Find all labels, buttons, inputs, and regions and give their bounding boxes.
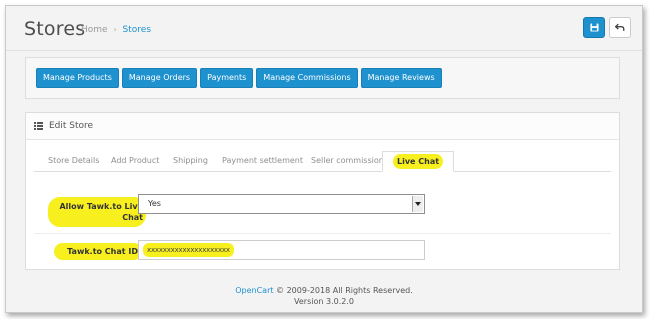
allow-chat-select[interactable]: Yes xyxy=(138,194,425,214)
chat-id-input-value: xxxxxxxxxxxxxxxxxxxxx xyxy=(143,243,234,257)
chat-id-input[interactable]: xxxxxxxxxxxxxxxxxxxxx xyxy=(138,240,425,260)
tab-add-product[interactable]: Add Product xyxy=(111,156,159,165)
dropdown-arrow-icon xyxy=(412,196,423,212)
allow-chat-select-value: Yes xyxy=(148,199,161,208)
breadcrumb: Home › Stores xyxy=(81,25,151,35)
tab-live-chat-label: Live Chat xyxy=(393,154,444,169)
opencart-link[interactable]: OpenCart xyxy=(235,286,273,295)
footer-copyright-line: OpenCart © 2009-2018 All Rights Reserved… xyxy=(6,285,642,296)
save-button[interactable] xyxy=(583,17,605,38)
undo-arrow-icon xyxy=(615,23,625,31)
form-row-chat-id: Tawk.to Chat ID xxxxxxxxxxxxxxxxxxxxx xyxy=(34,234,611,268)
manage-commissions-button[interactable]: Manage Commissions xyxy=(256,68,358,88)
footer-version: Version 3.0.2.0 xyxy=(294,297,354,306)
tab-store-details[interactable]: Store Details xyxy=(48,156,99,165)
page-title: Stores xyxy=(24,18,86,40)
save-icon xyxy=(589,23,599,32)
breadcrumb-stores[interactable]: Stores xyxy=(123,25,151,35)
edit-store-panel: Edit Store Store Details Add Product Shi… xyxy=(25,112,620,270)
list-icon xyxy=(34,122,43,130)
back-button[interactable] xyxy=(609,17,631,38)
app-window: Stores Home › Stores Manage Products Man… xyxy=(5,5,643,313)
header-divider xyxy=(6,50,642,51)
chat-id-label: Tawk.to Chat ID xyxy=(54,243,142,260)
footer-copyright: © 2009-2018 All Rights Reserved. xyxy=(276,286,413,295)
tab-shipping[interactable]: Shipping xyxy=(173,156,208,165)
panel-heading: Edit Store xyxy=(26,113,619,140)
tab-payment-settlement[interactable]: Payment settlement xyxy=(222,156,303,165)
toolbar-panel: Manage Products Manage Orders Payments M… xyxy=(25,57,620,99)
form-row-allow-chat: Allow Tawk.to Live Chat Yes xyxy=(34,189,611,234)
payments-button[interactable]: Payments xyxy=(200,68,254,88)
tab-bar: Store Details Add Product Shipping Payme… xyxy=(34,151,611,172)
allow-chat-label: Allow Tawk.to Live Chat xyxy=(48,197,146,227)
breadcrumb-home[interactable]: Home xyxy=(81,25,108,35)
tab-live-chat[interactable]: Live Chat xyxy=(382,151,455,172)
panel-title: Edit Store xyxy=(49,121,94,131)
footer: OpenCart © 2009-2018 All Rights Reserved… xyxy=(6,285,642,307)
manage-reviews-button[interactable]: Manage Reviews xyxy=(360,68,442,88)
manage-products-button[interactable]: Manage Products xyxy=(36,68,119,88)
manage-orders-button[interactable]: Manage Orders xyxy=(121,68,198,88)
toolbar-buttons: Manage Products Manage Orders Payments M… xyxy=(36,68,442,88)
tab-seller-commission[interactable]: Seller commission xyxy=(311,156,384,165)
breadcrumb-separator-icon: › xyxy=(113,25,117,34)
